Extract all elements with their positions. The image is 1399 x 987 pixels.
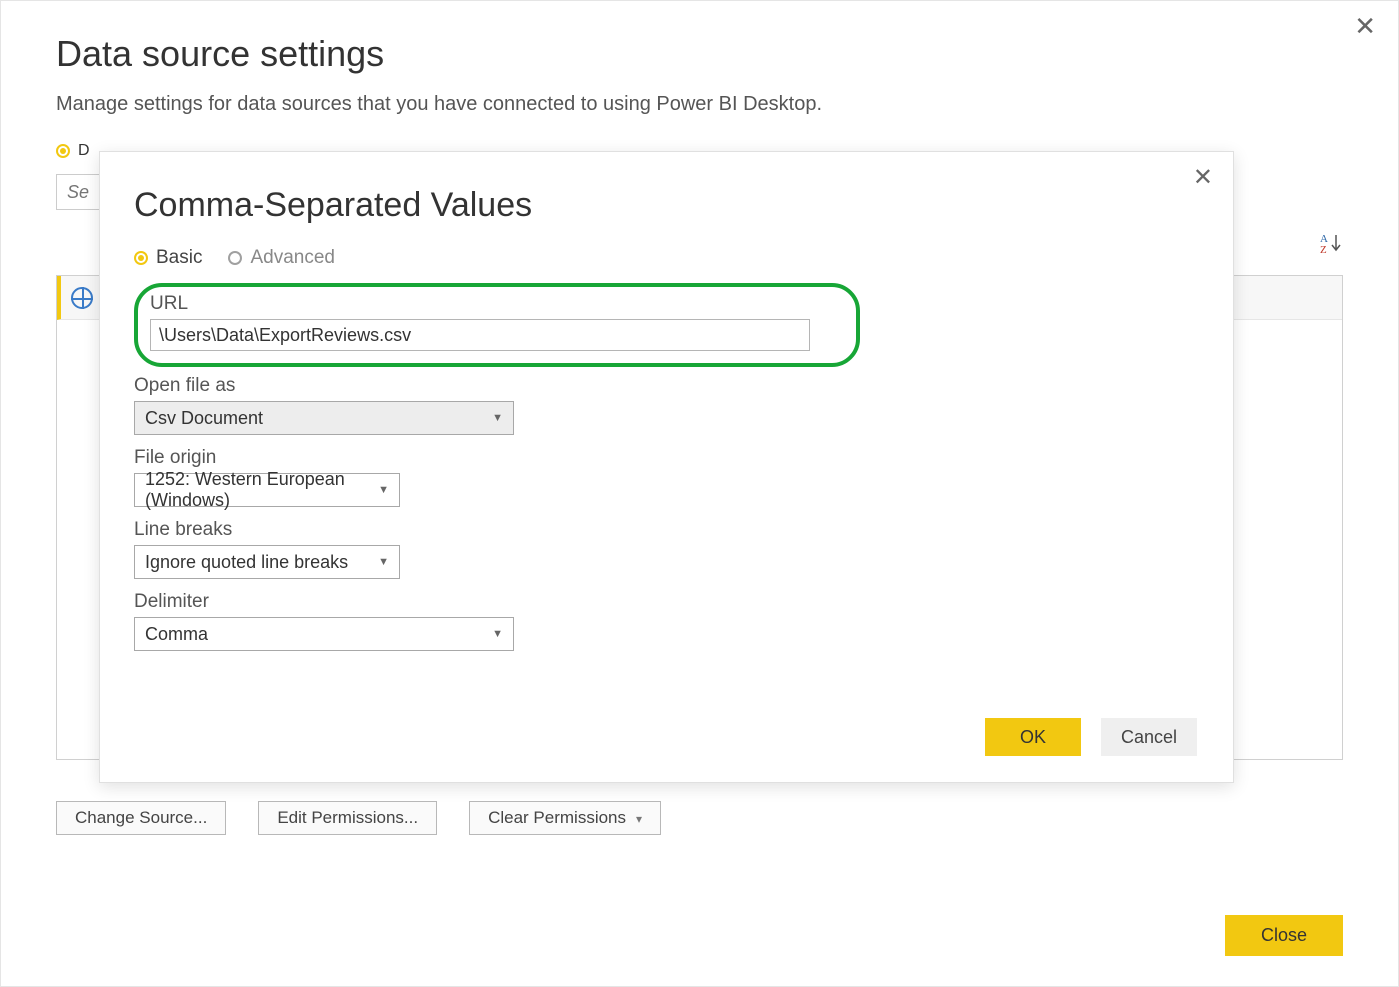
clear-permissions-button[interactable]: Clear Permissions <box>469 801 661 835</box>
delimiter-value: Comma <box>145 624 208 645</box>
chevron-down-icon: ▼ <box>378 484 389 496</box>
file-origin-select[interactable]: 1252: Western European (Windows) ▼ <box>134 473 400 507</box>
chevron-down-icon: ▼ <box>492 628 503 640</box>
svg-text:Z: Z <box>1320 244 1327 255</box>
mode-basic-label: Basic <box>156 247 202 269</box>
close-icon[interactable]: ✕ <box>1193 166 1213 190</box>
mode-basic-radio[interactable]: Basic <box>134 247 202 269</box>
url-highlight: URL <box>134 283 860 367</box>
open-as-select[interactable]: Csv Document ▼ <box>134 401 514 435</box>
line-breaks-value: Ignore quoted line breaks <box>145 552 348 573</box>
globe-icon <box>71 287 93 309</box>
chevron-down-icon: ▼ <box>492 412 503 424</box>
ok-button[interactable]: OK <box>985 718 1081 756</box>
delimiter-label: Delimiter <box>134 591 1199 613</box>
mode-advanced-radio[interactable]: Advanced <box>228 247 335 269</box>
open-as-label: Open file as <box>134 375 1199 397</box>
sort-icon[interactable]: A Z <box>1319 231 1343 255</box>
url-label: URL <box>150 293 844 315</box>
page-subtitle: Manage settings for data sources that yo… <box>56 93 1343 116</box>
edit-permissions-button[interactable]: Edit Permissions... <box>258 801 437 835</box>
change-source-button[interactable]: Change Source... <box>56 801 226 835</box>
scope-radio-label: D <box>78 142 90 160</box>
file-origin-label: File origin <box>134 447 1199 469</box>
radio-selected-icon[interactable] <box>56 144 70 158</box>
url-input[interactable] <box>150 319 810 351</box>
modal-title: Comma-Separated Values <box>134 186 1199 225</box>
chevron-down-icon: ▼ <box>378 556 389 568</box>
cancel-button[interactable]: Cancel <box>1101 718 1197 756</box>
open-as-value: Csv Document <box>145 408 263 429</box>
radio-selected-icon <box>134 251 148 265</box>
line-breaks-label: Line breaks <box>134 519 1199 541</box>
line-breaks-select[interactable]: Ignore quoted line breaks ▼ <box>134 545 400 579</box>
close-icon[interactable]: ✕ <box>1354 13 1376 39</box>
csv-settings-modal: ✕ Comma-Separated Values Basic Advanced … <box>99 151 1234 783</box>
modal-footer: OK Cancel <box>985 718 1197 756</box>
mode-advanced-label: Advanced <box>250 247 335 269</box>
page-title: Data source settings <box>56 33 1343 75</box>
radio-unselected-icon <box>228 251 242 265</box>
mode-radio-group: Basic Advanced <box>134 247 1199 269</box>
dialog-action-buttons: Change Source... Edit Permissions... Cle… <box>56 801 661 835</box>
file-origin-value: 1252: Western European (Windows) <box>145 469 378 511</box>
close-button[interactable]: Close <box>1225 915 1343 956</box>
delimiter-select[interactable]: Comma ▼ <box>134 617 514 651</box>
